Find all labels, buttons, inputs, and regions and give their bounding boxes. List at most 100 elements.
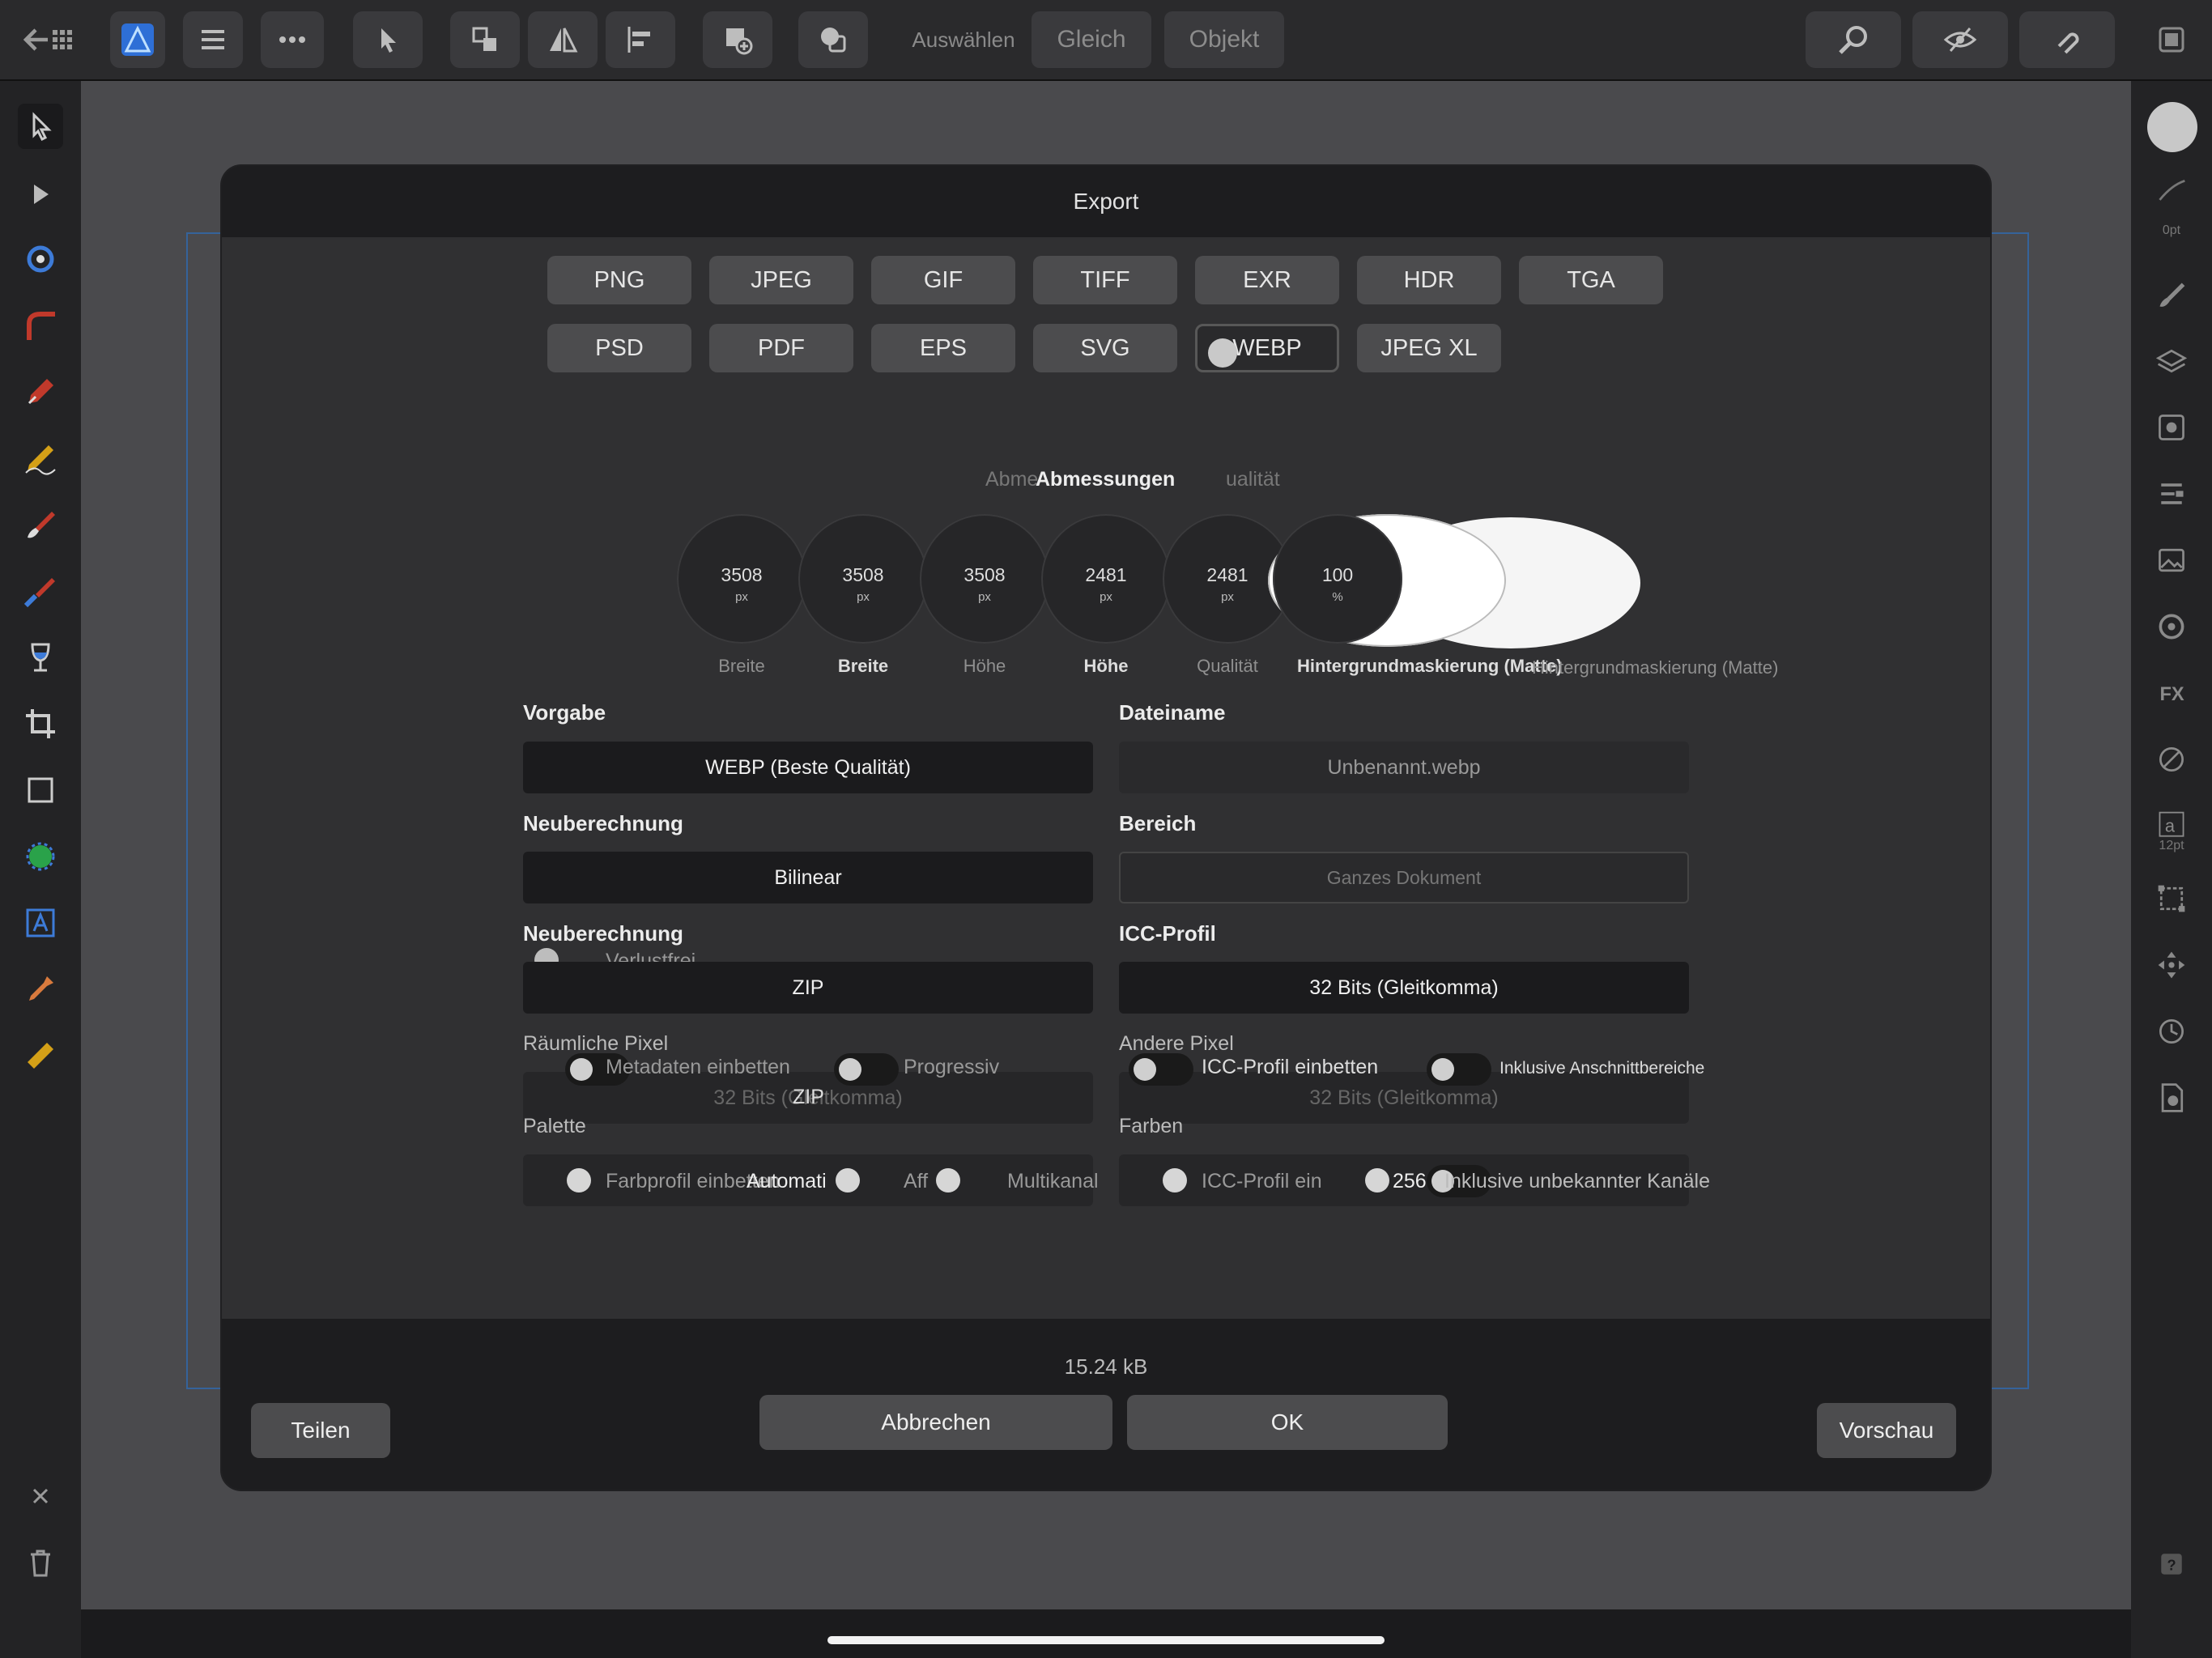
corner-tool[interactable] [18,303,63,348]
text-frame-icon [26,908,55,937]
format-jpeg-button[interactable]: JPEG [709,256,853,304]
more-button[interactable] [261,11,324,68]
colors-toggle-knob[interactable] [1365,1168,1389,1192]
pixel-brush-tool[interactable] [18,568,63,614]
help-button[interactable]: ? [2150,1543,2193,1585]
crop-icon [26,709,55,738]
share-button[interactable]: Teilen [251,1403,390,1458]
format-pdf-button[interactable]: PDF [709,324,853,372]
icc-profile-label: ICC-Profil [1119,921,1216,946]
progressive-toggle[interactable] [834,1053,899,1086]
colors-count-value[interactable]: 256 [1393,1170,1427,1193]
select-object-button[interactable]: Objekt [1164,11,1284,68]
multichannel-toggle-knob[interactable] [936,1168,960,1192]
brush-tool[interactable] [18,502,63,547]
embed-icc-toggle[interactable] [1129,1053,1193,1086]
transform-studio[interactable] [2150,878,2193,920]
back-to-gallery-button[interactable] [11,11,89,68]
height-dial-transition[interactable]: 3508 px [920,514,1049,644]
affinity-toggle-knob[interactable] [836,1168,860,1192]
preview-button[interactable]: Vorschau [1817,1403,1956,1458]
designer-persona-button[interactable] [110,11,165,68]
studio-toggle-button[interactable] [2146,11,2197,68]
view-mode-button[interactable] [1912,11,2008,68]
preset-dropdown[interactable]: WEBP (Beste Qualität) [523,742,1093,793]
insert-button[interactable] [703,11,772,68]
include-bleed-label: Inklusive Anschnittbereiche [1499,1059,1705,1078]
icc-profile-dropdown[interactable]: 32 Bits (Gleitkomma) [1119,962,1689,1014]
format-eps-button[interactable]: EPS [871,324,1015,372]
brushes-studio[interactable] [2150,274,2193,316]
layers-studio[interactable] [2150,340,2193,382]
format-png-button[interactable]: PNG [547,256,691,304]
format-svg-button[interactable]: SVG [1033,324,1177,372]
eyedropper-icon [29,976,53,1001]
align-button[interactable] [606,11,675,68]
compression-dropdown[interactable]: ZIP [523,962,1093,1014]
assets-studio[interactable] [2150,539,2193,581]
include-bleed-toggle[interactable] [1427,1053,1491,1086]
close-tool-button[interactable] [18,1473,63,1519]
boolean-button[interactable] [798,11,868,68]
transparency-studio[interactable] [2150,738,2193,780]
flip-button[interactable] [528,11,598,68]
zoom-button[interactable] [1806,11,1901,68]
node-tool[interactable] [18,172,63,217]
format-tga-button[interactable]: TGA [1519,256,1663,304]
resample-dropdown[interactable]: Bilinear [523,852,1093,903]
quality-dial[interactable]: 100% [1273,514,1402,644]
point-transform-tool[interactable] [18,236,63,282]
format-webp-label: WEBP [1232,334,1302,361]
filename-field[interactable]: Unbenannt.webp [1119,742,1689,793]
effects-studio[interactable]: FX [2150,672,2193,714]
measure-tool[interactable] [18,1033,63,1078]
pencil-tool[interactable] [18,436,63,481]
ok-button[interactable]: OK [1127,1395,1448,1450]
width-dial[interactable]: 3508 px [677,514,806,644]
select-same-button[interactable]: Gleich [1032,11,1151,68]
format-psd-button[interactable]: PSD [547,324,691,372]
format-jpegxl-button[interactable]: JPEG XL [1357,324,1501,372]
artistic-text-tool[interactable] [18,900,63,946]
touch-indicator [1208,338,1237,368]
icc-embed-toggle-knob[interactable] [1163,1168,1187,1192]
move-tool[interactable] [18,104,63,149]
move-tool-button[interactable] [353,11,423,68]
document-settings[interactable] [2150,1077,2193,1119]
appearance-studio[interactable] [2150,406,2193,449]
format-gif-button[interactable]: GIF [871,256,1015,304]
home-indicator[interactable] [827,1636,1385,1644]
history-studio[interactable] [2150,1010,2193,1052]
cancel-button[interactable]: Abbrechen [759,1395,1112,1450]
magnifier-icon [1839,26,1867,54]
format-exr-button[interactable]: EXR [1195,256,1339,304]
ellipse-tool[interactable] [18,834,63,879]
dimensions-header[interactable]: Abmessungen [1036,468,1175,491]
area-label: Bereich [1119,811,1197,835]
area-dropdown[interactable]: Ganzes Dokument [1119,852,1689,903]
file-size-estimate: 15.24 kB [1064,1354,1148,1379]
trash-icon [31,1550,50,1577]
pointer-icon [381,28,396,53]
rectangle-tool[interactable] [18,767,63,813]
format-tiff-button[interactable]: TIFF [1033,256,1177,304]
height-dial[interactable]: 2481 px [1041,514,1171,644]
embed-profile-toggle-knob[interactable] [567,1168,591,1192]
fill-tool[interactable] [18,635,63,680]
palette-auto-value[interactable]: Automati [747,1170,827,1193]
snapping-button[interactable] [2019,11,2115,68]
width-dial-2[interactable]: 3508 px [798,514,928,644]
menu-button[interactable] [183,11,243,68]
text-style-icon: a [2159,811,2184,837]
swatches-studio[interactable] [2150,606,2193,648]
pen-tool[interactable] [18,369,63,414]
delete-button[interactable] [18,1540,63,1585]
crop-tool[interactable] [18,701,63,746]
color-picker-tool[interactable] [18,967,63,1012]
format-hdr-button[interactable]: HDR [1357,256,1501,304]
color-swatch[interactable] [2147,102,2197,152]
navigator-studio[interactable] [2150,944,2193,986]
arrange-button[interactable] [450,11,520,68]
stroke-studio[interactable] [2150,473,2193,515]
stroke-button[interactable] [2150,170,2193,212]
